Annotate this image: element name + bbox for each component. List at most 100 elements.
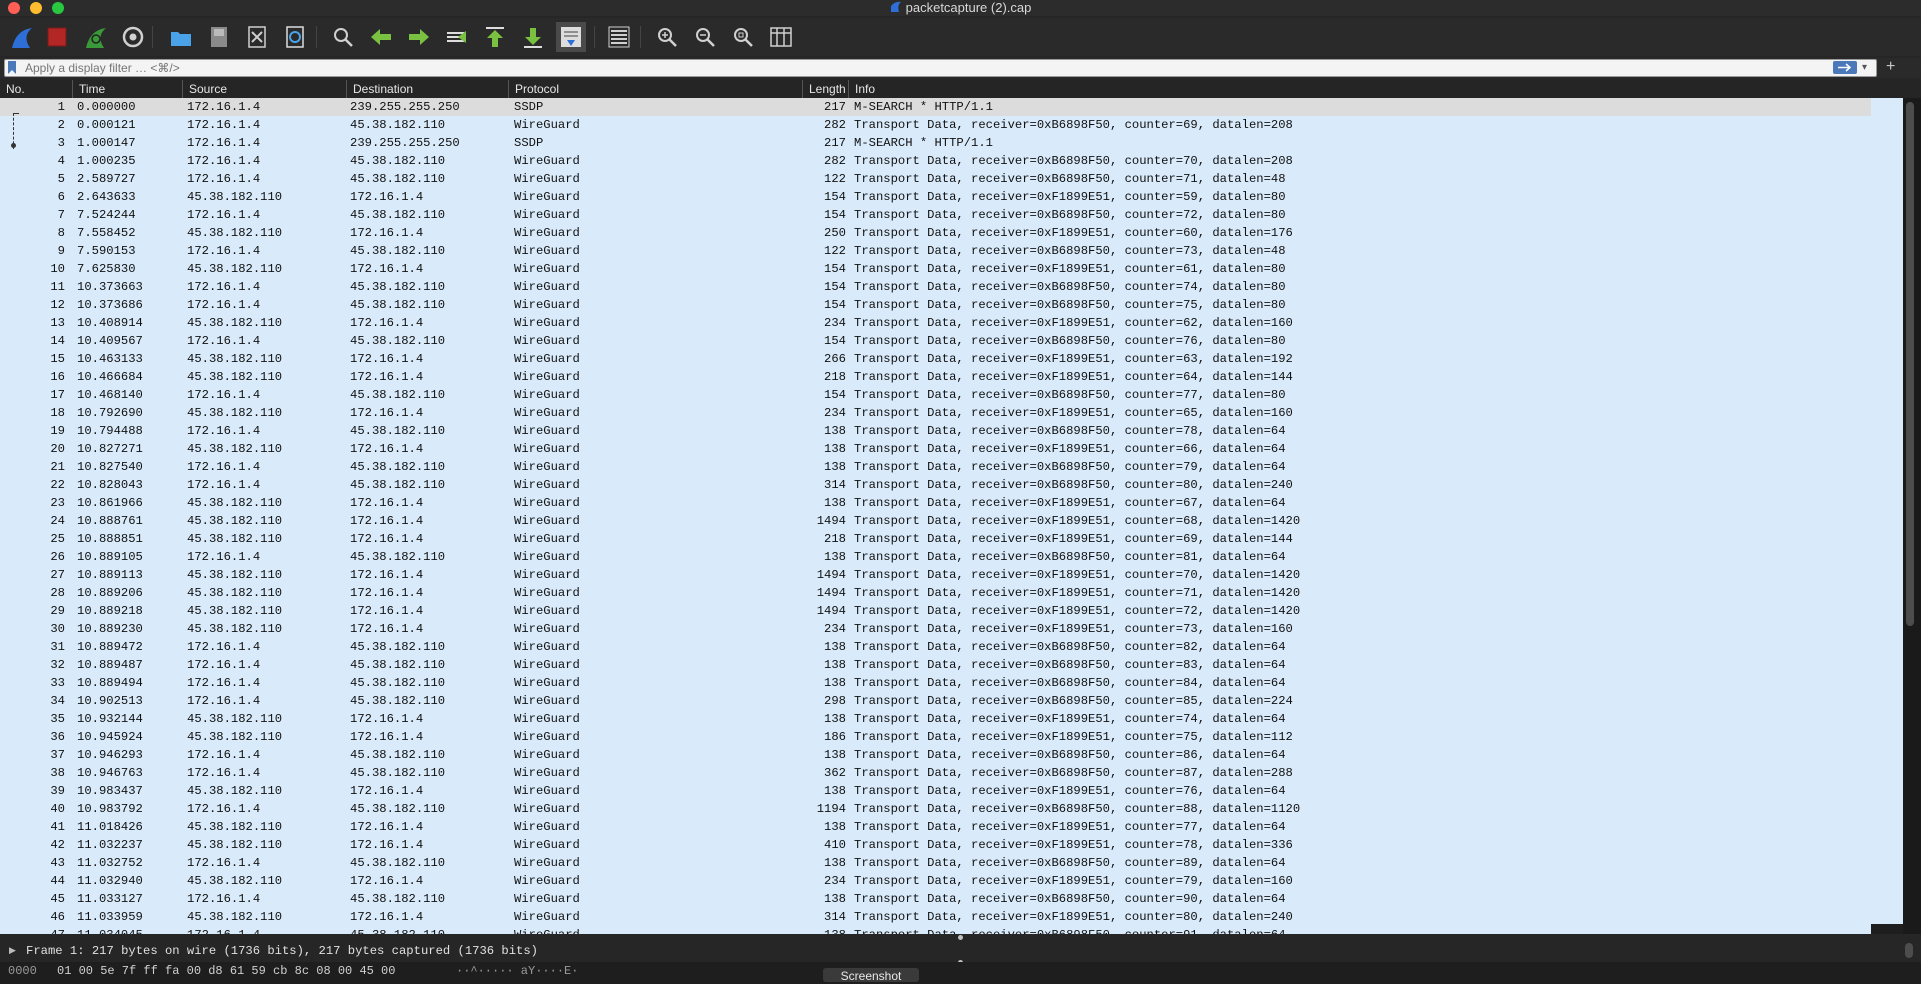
table-row[interactable]: 11 10.373663 172.16.1.4 45.38.182.110 WireGu… [0, 278, 1871, 296]
column-header-source[interactable]: Source [182, 80, 346, 98]
resize-columns-button[interactable] [766, 22, 796, 52]
table-row[interactable]: 14 10.409567 172.16.1.4 45.38.182.110 WireGu… [0, 332, 1871, 350]
packet-source: 45.38.182.110 [187, 622, 283, 636]
add-filter-button[interactable]: + [1886, 58, 1895, 76]
table-row[interactable]: 41 11.018426 45.38.182.110 172.16.1.4 WireGu… [0, 818, 1871, 836]
table-row[interactable]: 38 10.946763 172.16.1.4 45.38.182.110 WireGu… [0, 764, 1871, 782]
packet-info: Transport Data, receiver=0xF1899E51, cou… [854, 820, 1286, 834]
table-row[interactable]: 45 11.033127 172.16.1.4 45.38.182.110 WireGu… [0, 890, 1871, 908]
auto-scroll-button[interactable] [556, 22, 586, 52]
column-header-no[interactable]: No. [0, 80, 72, 98]
table-row[interactable]: 22 10.828043 172.16.1.4 45.38.182.110 WireGu… [0, 476, 1871, 494]
table-row[interactable]: 35 10.932144 45.38.182.110 172.16.1.4 WireGu… [0, 710, 1871, 728]
table-row[interactable]: 19 10.794488 172.16.1.4 45.38.182.110 WireGu… [0, 422, 1871, 440]
window-title: packetcapture (2).cap [905, 0, 1032, 15]
save-file-button[interactable] [204, 22, 234, 52]
packet-minimap[interactable] [1871, 98, 1903, 934]
filter-history-chevron-icon[interactable]: ▾ [1862, 62, 1867, 73]
table-row[interactable]: 23 10.861966 45.38.182.110 172.16.1.4 WireGu… [0, 494, 1871, 512]
expand-arrow-icon[interactable]: ▶ [9, 942, 16, 960]
bytes-ascii[interactable]: ··^····· aY····E· [456, 962, 578, 980]
restart-capture-button[interactable] [80, 22, 110, 52]
packet-time: 10.889206 [77, 586, 143, 600]
table-row[interactable]: 16 10.466684 45.38.182.110 172.16.1.4 WireGu… [0, 368, 1871, 386]
packet-no: 16 [50, 370, 65, 384]
table-row[interactable]: 40 10.983792 172.16.1.4 45.38.182.110 WireGu… [0, 800, 1871, 818]
table-row[interactable]: 37 10.946293 172.16.1.4 45.38.182.110 WireGu… [0, 746, 1871, 764]
display-filter-input[interactable] [4, 59, 1877, 77]
table-row[interactable]: 7 7.524244 172.16.1.4 45.38.182.110 WireGuar… [0, 206, 1871, 224]
details-scrollbar-thumb[interactable] [1905, 943, 1913, 958]
table-row[interactable]: 10 7.625830 45.38.182.110 172.16.1.4 WireGua… [0, 260, 1871, 278]
table-row[interactable]: 27 10.889113 45.38.182.110 172.16.1.4 WireGu… [0, 566, 1871, 584]
table-row[interactable]: 9 7.590153 172.16.1.4 45.38.182.110 WireGuar… [0, 242, 1871, 260]
packet-protocol: WireGuard [514, 622, 580, 636]
table-row[interactable]: 30 10.889230 45.38.182.110 172.16.1.4 WireGu… [0, 620, 1871, 638]
shark-fin-start-button[interactable] [6, 22, 36, 52]
table-row[interactable]: 33 10.889494 172.16.1.4 45.38.182.110 WireGu… [0, 674, 1871, 692]
table-row[interactable]: 42 11.032237 45.38.182.110 172.16.1.4 WireGu… [0, 836, 1871, 854]
table-row[interactable]: 2 0.000121 172.16.1.4 45.38.182.110 WireGuar… [0, 116, 1871, 134]
table-row[interactable]: 28 10.889206 45.38.182.110 172.16.1.4 WireGu… [0, 584, 1871, 602]
go-to-packet-button[interactable] [442, 22, 472, 52]
table-row[interactable]: 12 10.373686 172.16.1.4 45.38.182.110 WireGu… [0, 296, 1871, 314]
table-row[interactable]: 18 10.792690 45.38.182.110 172.16.1.4 WireGu… [0, 404, 1871, 422]
packet-list-scrollbar[interactable] [1871, 98, 1921, 934]
find-packet-button[interactable] [328, 22, 358, 52]
packet-time: 10.828043 [77, 478, 143, 492]
close-file-button[interactable] [242, 22, 272, 52]
table-row[interactable]: 47 11.034045 172.16.1.4 45.38.182.110 WireGu… [0, 926, 1871, 934]
stop-capture-button[interactable] [42, 22, 72, 52]
table-row[interactable]: 39 10.983437 45.38.182.110 172.16.1.4 WireGu… [0, 782, 1871, 800]
go-last-packet-button[interactable] [518, 22, 548, 52]
column-header-protocol[interactable]: Protocol [508, 80, 804, 98]
table-row[interactable]: 8 7.558452 45.38.182.110 172.16.1.4 WireGuar… [0, 224, 1871, 242]
table-row[interactable]: 46 11.033959 45.38.182.110 172.16.1.4 WireGu… [0, 908, 1871, 926]
table-row[interactable]: 43 11.032752 172.16.1.4 45.38.182.110 WireGu… [0, 854, 1871, 872]
packet-source: 172.16.1.4 [187, 766, 261, 780]
splitter-handle[interactable] [958, 935, 963, 940]
table-row[interactable]: 29 10.889218 45.38.182.110 172.16.1.4 WireGu… [0, 602, 1871, 620]
capture-options-button[interactable] [118, 22, 148, 52]
go-back-button[interactable] [366, 22, 396, 52]
packet-info: Transport Data, receiver=0xF1899E51, cou… [854, 712, 1286, 726]
column-header-info[interactable]: Info [848, 80, 1871, 98]
table-row[interactable]: 26 10.889105 172.16.1.4 45.38.182.110 WireGu… [0, 548, 1871, 566]
scrollbar-thumb[interactable] [1906, 102, 1914, 626]
bytes-hex[interactable]: 01 00 5e 7f ff fa 00 d8 61 59 cb 8c 08 0… [57, 962, 395, 980]
table-row[interactable]: 4 1.000235 172.16.1.4 45.38.182.110 WireGuar… [0, 152, 1871, 170]
table-row[interactable]: 32 10.889487 172.16.1.4 45.38.182.110 WireGu… [0, 656, 1871, 674]
reload-file-button[interactable] [280, 22, 310, 52]
table-row[interactable]: 20 10.827271 45.38.182.110 172.16.1.4 WireGu… [0, 440, 1871, 458]
apply-filter-button[interactable] [1833, 61, 1857, 74]
colorize-button[interactable] [604, 22, 634, 52]
table-row[interactable]: 34 10.902513 172.16.1.4 45.38.182.110 WireGu… [0, 692, 1871, 710]
open-file-button[interactable] [166, 22, 196, 52]
table-row[interactable]: 3 1.000147 172.16.1.4 239.255.255.250 SSDP 21… [0, 134, 1871, 152]
column-header-length[interactable]: Length [802, 80, 850, 98]
table-row[interactable]: 25 10.888851 45.38.182.110 172.16.1.4 WireGu… [0, 530, 1871, 548]
table-row[interactable]: 31 10.889472 172.16.1.4 45.38.182.110 WireGu… [0, 638, 1871, 656]
go-forward-button[interactable] [404, 22, 434, 52]
table-row[interactable]: 44 11.032940 45.38.182.110 172.16.1.4 WireGu… [0, 872, 1871, 890]
frame-summary[interactable]: Frame 1: 217 bytes on wire (1736 bits), … [26, 942, 538, 960]
table-row[interactable]: 17 10.468140 172.16.1.4 45.38.182.110 WireGu… [0, 386, 1871, 404]
table-row[interactable]: 1 0.000000 172.16.1.4 239.255.255.250 SSDP 21… [0, 98, 1871, 116]
table-row[interactable]: 24 10.888761 45.38.182.110 172.16.1.4 WireGu… [0, 512, 1871, 530]
table-row[interactable]: 5 2.589727 172.16.1.4 45.38.182.110 WireGuar… [0, 170, 1871, 188]
zoom-in-button[interactable] [652, 22, 682, 52]
packet-source: 45.38.182.110 [187, 730, 283, 744]
table-row[interactable]: 13 10.408914 45.38.182.110 172.16.1.4 WireGu… [0, 314, 1871, 332]
filter-bookmark-icon[interactable] [7, 61, 17, 74]
packet-destination: 172.16.1.4 [350, 514, 424, 528]
table-row[interactable]: 36 10.945924 45.38.182.110 172.16.1.4 WireGu… [0, 728, 1871, 746]
zoom-out-button[interactable] [690, 22, 720, 52]
column-header-time[interactable]: Time [72, 80, 182, 98]
column-header-destination[interactable]: Destination [346, 80, 510, 98]
table-row[interactable]: 6 2.643633 45.38.182.110 172.16.1.4 WireGuar… [0, 188, 1871, 206]
table-row[interactable]: 15 10.463133 45.38.182.110 172.16.1.4 WireGu… [0, 350, 1871, 368]
table-row[interactable]: 21 10.827540 172.16.1.4 45.38.182.110 WireGu… [0, 458, 1871, 476]
normal-size-button[interactable] [728, 22, 758, 52]
go-first-packet-button[interactable] [480, 22, 510, 52]
pane-splitter[interactable] [0, 934, 1921, 942]
